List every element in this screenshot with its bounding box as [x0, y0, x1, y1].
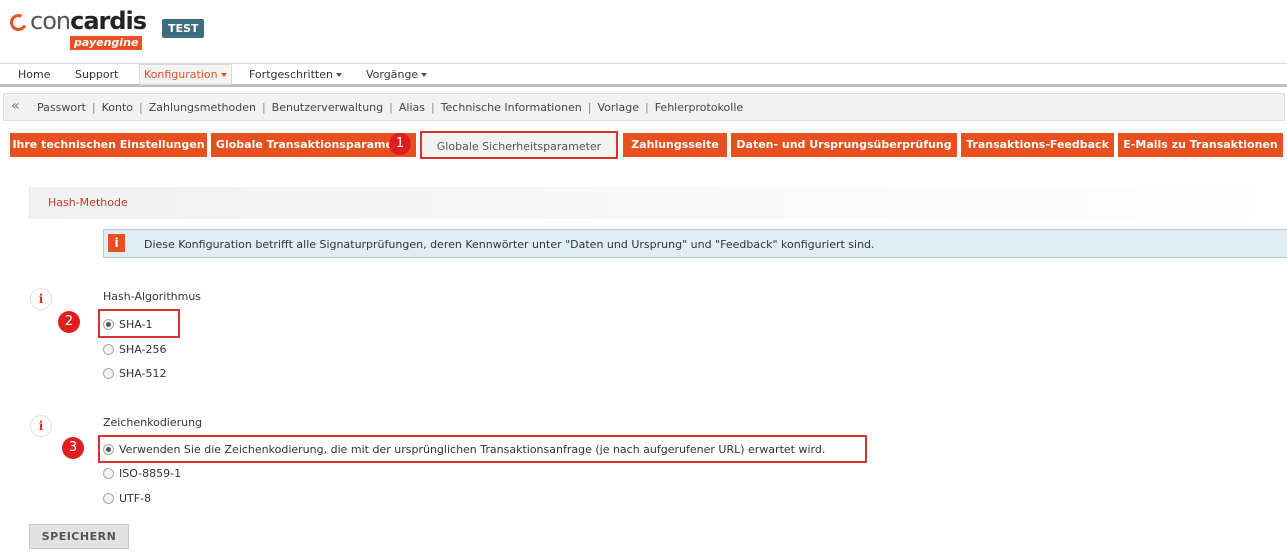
header: concardis payengine TEST [0, 0, 1287, 60]
annotation-marker-1: 1 [389, 133, 411, 155]
nav-support[interactable]: Support [75, 64, 118, 85]
subnav-item-fehlerprotokolle[interactable]: Fehlerprotokolle [655, 101, 743, 114]
radio-iso-label: ISO-8859-1 [119, 467, 182, 480]
tab-globale-transaktionsparameter[interactable]: Globale Transaktionsparameter [211, 133, 416, 157]
section-title: Hash-Methode [48, 196, 128, 209]
tab-technische-einstellungen[interactable]: Ihre technischen Einstellungen [10, 133, 207, 157]
subnav-item-zahlungsmethoden[interactable]: Zahlungsmethoden [149, 101, 256, 114]
info-text: Diese Konfiguration betrifft alle Signat… [144, 238, 875, 251]
radio-sha512-label: SHA-512 [119, 367, 167, 380]
subnav-item-vorlage[interactable]: Vorlage [598, 101, 639, 114]
nav-konfiguration-label: Konfiguration [144, 68, 218, 81]
encoding-label: Zeichenkodierung [103, 416, 203, 429]
nav-vorgaenge-label: Vorgänge [366, 68, 419, 81]
info-notice: i Diese Konfiguration betrifft alle Sign… [103, 229, 1287, 258]
tab-globale-sicherheitsparameter[interactable]: Globale Sicherheitsparameter [420, 131, 618, 159]
radio-encoding-original-label: Verwenden Sie die Zeichenkodierung, die … [119, 443, 826, 456]
info-circle-icon[interactable]: i [30, 288, 52, 310]
nav-home[interactable]: Home [18, 64, 50, 85]
sub-navigation: « Passwort | Konto | Zahlungsmethoden | Benutz… [3, 93, 1285, 121]
radio-sha1[interactable]: SHA-1 [103, 318, 153, 334]
radio-utf8-label: UTF-8 [119, 492, 152, 505]
section-header: Hash-Methode [29, 187, 1287, 219]
radio-sha256-label: SHA-256 [119, 343, 167, 356]
logo-wordmark: concardis [30, 7, 147, 35]
radio-sha256[interactable]: SHA-256 [103, 343, 167, 359]
annotation-marker-2: 2 [58, 311, 80, 333]
subnav-item-passwort[interactable]: Passwort [37, 101, 86, 114]
info-circle-icon[interactable]: i [30, 415, 52, 437]
radio-button-checked[interactable] [103, 443, 114, 455]
radio-button[interactable] [103, 343, 114, 355]
radio-button[interactable] [103, 467, 114, 479]
subnav-item-technische-informationen[interactable]: Technische Informationen [441, 101, 582, 114]
chevron-down-icon [220, 73, 227, 77]
tab-transaktions-feedback[interactable]: Transaktions-Feedback [961, 133, 1114, 157]
subnav-item-alias[interactable]: Alias [399, 101, 425, 114]
radio-button[interactable] [103, 492, 114, 504]
nav-vorgaenge[interactable]: Vorgänge [366, 64, 428, 85]
radio-sha512[interactable]: SHA-512 [103, 367, 167, 383]
concardis-logo[interactable]: concardis payengine [7, 6, 150, 50]
save-button[interactable]: SPEICHERN [29, 524, 129, 549]
radio-sha1-label: SHA-1 [119, 318, 153, 331]
logo-subtitle: payengine [70, 36, 143, 50]
radio-button[interactable] [103, 367, 114, 379]
page: concardis payengine TEST Home Support Ko… [0, 0, 1287, 554]
subnav-item-konto[interactable]: Konto [102, 101, 133, 114]
radio-iso-8859-1[interactable]: ISO-8859-1 [103, 467, 181, 483]
radio-encoding-original[interactable]: Verwenden Sie die Zeichenkodierung, die … [103, 443, 825, 459]
tab-daten-ursprung[interactable]: Daten- und Ursprungsüberprüfung [731, 133, 957, 157]
environment-badge: TEST [162, 19, 205, 38]
info-square-icon: i [108, 234, 125, 252]
radio-button-checked[interactable] [103, 318, 114, 330]
nav-fortgeschritten[interactable]: Fortgeschritten [249, 64, 342, 85]
settings-tabs: Ihre technischen Einstellungen Globale T… [10, 131, 1287, 159]
nav-konfiguration[interactable]: Konfiguration [139, 64, 232, 85]
double-chevron-left-icon[interactable]: « [11, 98, 20, 114]
tab-emails-transaktionen[interactable]: E-Mails zu Transaktionen [1118, 133, 1283, 157]
subnav-links: Passwort | Konto | Zahlungsmethoden | Benutzer… [37, 101, 744, 114]
nav-fortgeschritten-label: Fortgeschritten [249, 68, 333, 81]
chevron-down-icon [335, 73, 342, 77]
logo-ring-icon [7, 11, 30, 34]
chevron-down-icon [421, 73, 428, 77]
annotation-marker-3: 3 [62, 437, 84, 459]
radio-utf-8[interactable]: UTF-8 [103, 492, 151, 508]
hash-algorithm-label: Hash-Algorithmus [103, 290, 202, 303]
main-navigation: Home Support Konfiguration Fortgeschritt… [0, 63, 1287, 87]
tab-zahlungsseite[interactable]: Zahlungsseite [623, 133, 727, 157]
subnav-item-benutzerverwaltung[interactable]: Benutzerverwaltung [272, 101, 383, 114]
